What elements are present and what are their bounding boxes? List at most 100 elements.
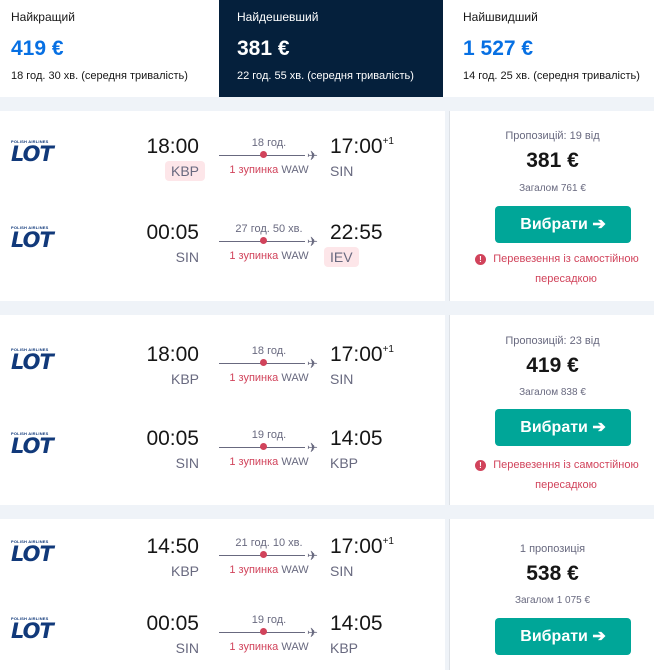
stops-count: 1 зупинка xyxy=(229,456,279,468)
stop-airport: WAW xyxy=(281,456,309,468)
price-panel: Пропозицій: 23 від 419 € Загалом 838 € Вибр… xyxy=(449,315,654,505)
flight-duration: 18 год. xyxy=(251,345,287,357)
route-info: 18 год. ✈ 1 зупинка WAW xyxy=(217,343,321,393)
arrival-time-value: 14:05 xyxy=(330,612,383,635)
stops-count: 1 зупинка xyxy=(229,641,279,653)
stops-count: 1 зупинка xyxy=(229,564,279,576)
offers-count: 1 пропозиція xyxy=(519,543,586,555)
plane-icon: ✈ xyxy=(307,356,318,371)
flight-duration: 18 год. xyxy=(251,137,287,149)
airline-logo-name: LOT xyxy=(11,619,54,643)
departure-airport: KBP xyxy=(170,563,199,579)
price: 381 € xyxy=(526,149,579,172)
total-price: Загалом 761 € xyxy=(519,183,586,194)
stop-airport: WAW xyxy=(281,641,309,653)
stop-dot-icon xyxy=(260,551,267,558)
arrival-airport: KBP xyxy=(330,640,359,656)
route-info: 21 год. 10 хв. ✈ 1 зупинка WAW xyxy=(217,535,321,585)
departure-time: 00:05 xyxy=(146,427,199,450)
stop-airport: WAW xyxy=(281,164,309,176)
stops-count: 1 зупинка xyxy=(229,372,279,384)
flight-duration: 19 год. xyxy=(251,614,287,626)
airline-logo: POLISH AIRLINES LOT xyxy=(10,431,60,458)
departure-time: 00:05 xyxy=(146,221,199,244)
stops-count: 1 зупинка xyxy=(229,250,279,262)
stop-dot-icon xyxy=(260,237,267,244)
arrival-time-value: 17:00 xyxy=(330,135,383,158)
arrival-time-value: 17:00 xyxy=(330,343,383,366)
arrival-time: 22:55 xyxy=(330,221,383,245)
departure-airport: SIN xyxy=(175,249,199,265)
itinerary: POLISH AIRLINES LOT 18:00 KBP 18 год. ✈ 1 зупи… xyxy=(0,315,445,505)
stop-dot-icon xyxy=(260,359,267,366)
tab-fastest[interactable]: Найшвидший 1 527 € 14 год. 25 хв. (серед… xyxy=(443,0,654,97)
airline-logo-name: LOT xyxy=(11,350,54,374)
flight-leg: POLISH AIRLINES LOT 00:05 SIN 19 год. ✈ 1 зупи… xyxy=(0,427,445,487)
tab-duration: 14 год. 25 хв. (середня тривалість) xyxy=(463,70,640,82)
sort-tabs: Найкращий 419 € 18 год. 30 хв. (середня … xyxy=(0,0,654,97)
departure-airport: KBP xyxy=(170,371,199,387)
arrival-airport: IEV xyxy=(324,247,359,267)
next-day-indicator: +1 xyxy=(382,136,394,147)
flight-duration: 21 год. 10 хв. xyxy=(235,537,303,549)
airline-logo-name: LOT xyxy=(11,228,54,252)
tab-price: 381 € xyxy=(237,37,290,60)
warning-icon: ! xyxy=(475,460,486,471)
stop-airport: WAW xyxy=(281,372,309,384)
route-info: 19 год. ✈ 1 зупинка WAW xyxy=(217,427,321,477)
arrival-airport: SIN xyxy=(330,371,354,387)
stops-info: 1 зупинка WAW xyxy=(217,250,321,262)
arrival-time: 14:05 xyxy=(330,427,383,451)
departure-time: 18:00 xyxy=(146,343,199,366)
stop-dot-icon xyxy=(260,443,267,450)
plane-icon: ✈ xyxy=(307,548,318,563)
itinerary: POLISH AIRLINES LOT 18:00 KBP 18 год. ✈ 1 зупи… xyxy=(0,111,445,301)
offers-count: Пропозицій: 19 від xyxy=(505,130,600,142)
arrival-time: 17:00+1 xyxy=(330,343,394,367)
flight-leg: POLISH AIRLINES LOT 14:50 KBP 21 год. 10 хв.… xyxy=(0,535,445,595)
departure-time: 00:05 xyxy=(146,612,199,635)
tab-duration: 22 год. 55 хв. (середня тривалість) xyxy=(237,70,414,82)
price-panel: Пропозицій: 19 від 381 € Загалом 761 € Вибр… xyxy=(449,111,654,301)
tab-best[interactable]: Найкращий 419 € 18 год. 30 хв. (середня … xyxy=(0,0,219,97)
departure-time: 14:50 xyxy=(146,535,199,558)
plane-icon: ✈ xyxy=(307,148,318,163)
arrival-airport: SIN xyxy=(330,563,354,579)
self-transfer-warning: Перевезення із самостійною пересадкою xyxy=(493,253,639,285)
airline-logo: POLISH AIRLINES LOT xyxy=(10,225,60,252)
tab-cheapest[interactable]: Найдешевший 381 € 22 год. 55 хв. (середн… xyxy=(219,0,443,97)
arrival-time-value: 22:55 xyxy=(330,221,383,244)
arrival-time: 17:00+1 xyxy=(330,535,394,559)
tab-title: Найшвидший xyxy=(463,10,538,24)
price: 538 € xyxy=(526,562,579,585)
self-transfer-warning: Перевезення із самостійною пересадкою xyxy=(493,459,639,491)
tab-price: 1 527 € xyxy=(463,37,534,60)
stops-info: 1 зупинка WAW xyxy=(217,456,321,468)
stops-count: 1 зупинка xyxy=(229,164,279,176)
airline-logo: POLISH AIRLINES LOT xyxy=(10,139,60,166)
stops-info: 1 зупинка WAW xyxy=(217,564,321,576)
select-button[interactable]: Вибрати ➔ xyxy=(495,206,631,243)
tab-title: Найдешевший xyxy=(237,10,319,24)
arrival-time-value: 17:00 xyxy=(330,535,383,558)
offers-count: Пропозицій: 23 від xyxy=(505,335,600,347)
tab-title: Найкращий xyxy=(11,10,75,24)
flight-leg: POLISH AIRLINES LOT 18:00 KBP 18 год. ✈ 1 зупи… xyxy=(0,135,445,195)
flight-card[interactable]: POLISH AIRLINES LOT 14:50 KBP 21 год. 10 хв.… xyxy=(0,519,654,670)
route-info: 19 год. ✈ 1 зупинка WAW xyxy=(217,612,321,662)
select-button[interactable]: Вибрати ➔ xyxy=(495,618,631,655)
stops-info: 1 зупинка WAW xyxy=(217,164,321,176)
flight-card[interactable]: POLISH AIRLINES LOT 18:00 KBP 18 год. ✈ 1 зупи… xyxy=(0,315,654,505)
total-price: Загалом 838 € xyxy=(519,387,586,398)
stops-info: 1 зупинка WAW xyxy=(217,641,321,653)
flight-duration: 27 год. 50 хв. xyxy=(235,223,303,235)
select-button[interactable]: Вибрати ➔ xyxy=(495,409,631,446)
plane-icon: ✈ xyxy=(307,625,318,640)
flight-card[interactable]: POLISH AIRLINES LOT 18:00 KBP 18 год. ✈ 1 зупи… xyxy=(0,111,654,301)
airline-logo-name: LOT xyxy=(11,434,54,458)
route-info: 27 год. 50 хв. ✈ 1 зупинка WAW xyxy=(217,221,321,271)
stop-dot-icon xyxy=(260,151,267,158)
arrival-time: 14:05 xyxy=(330,612,383,636)
arrival-time-value: 14:05 xyxy=(330,427,383,450)
flight-leg: POLISH AIRLINES LOT 18:00 KBP 18 год. ✈ 1 зупи… xyxy=(0,343,445,403)
